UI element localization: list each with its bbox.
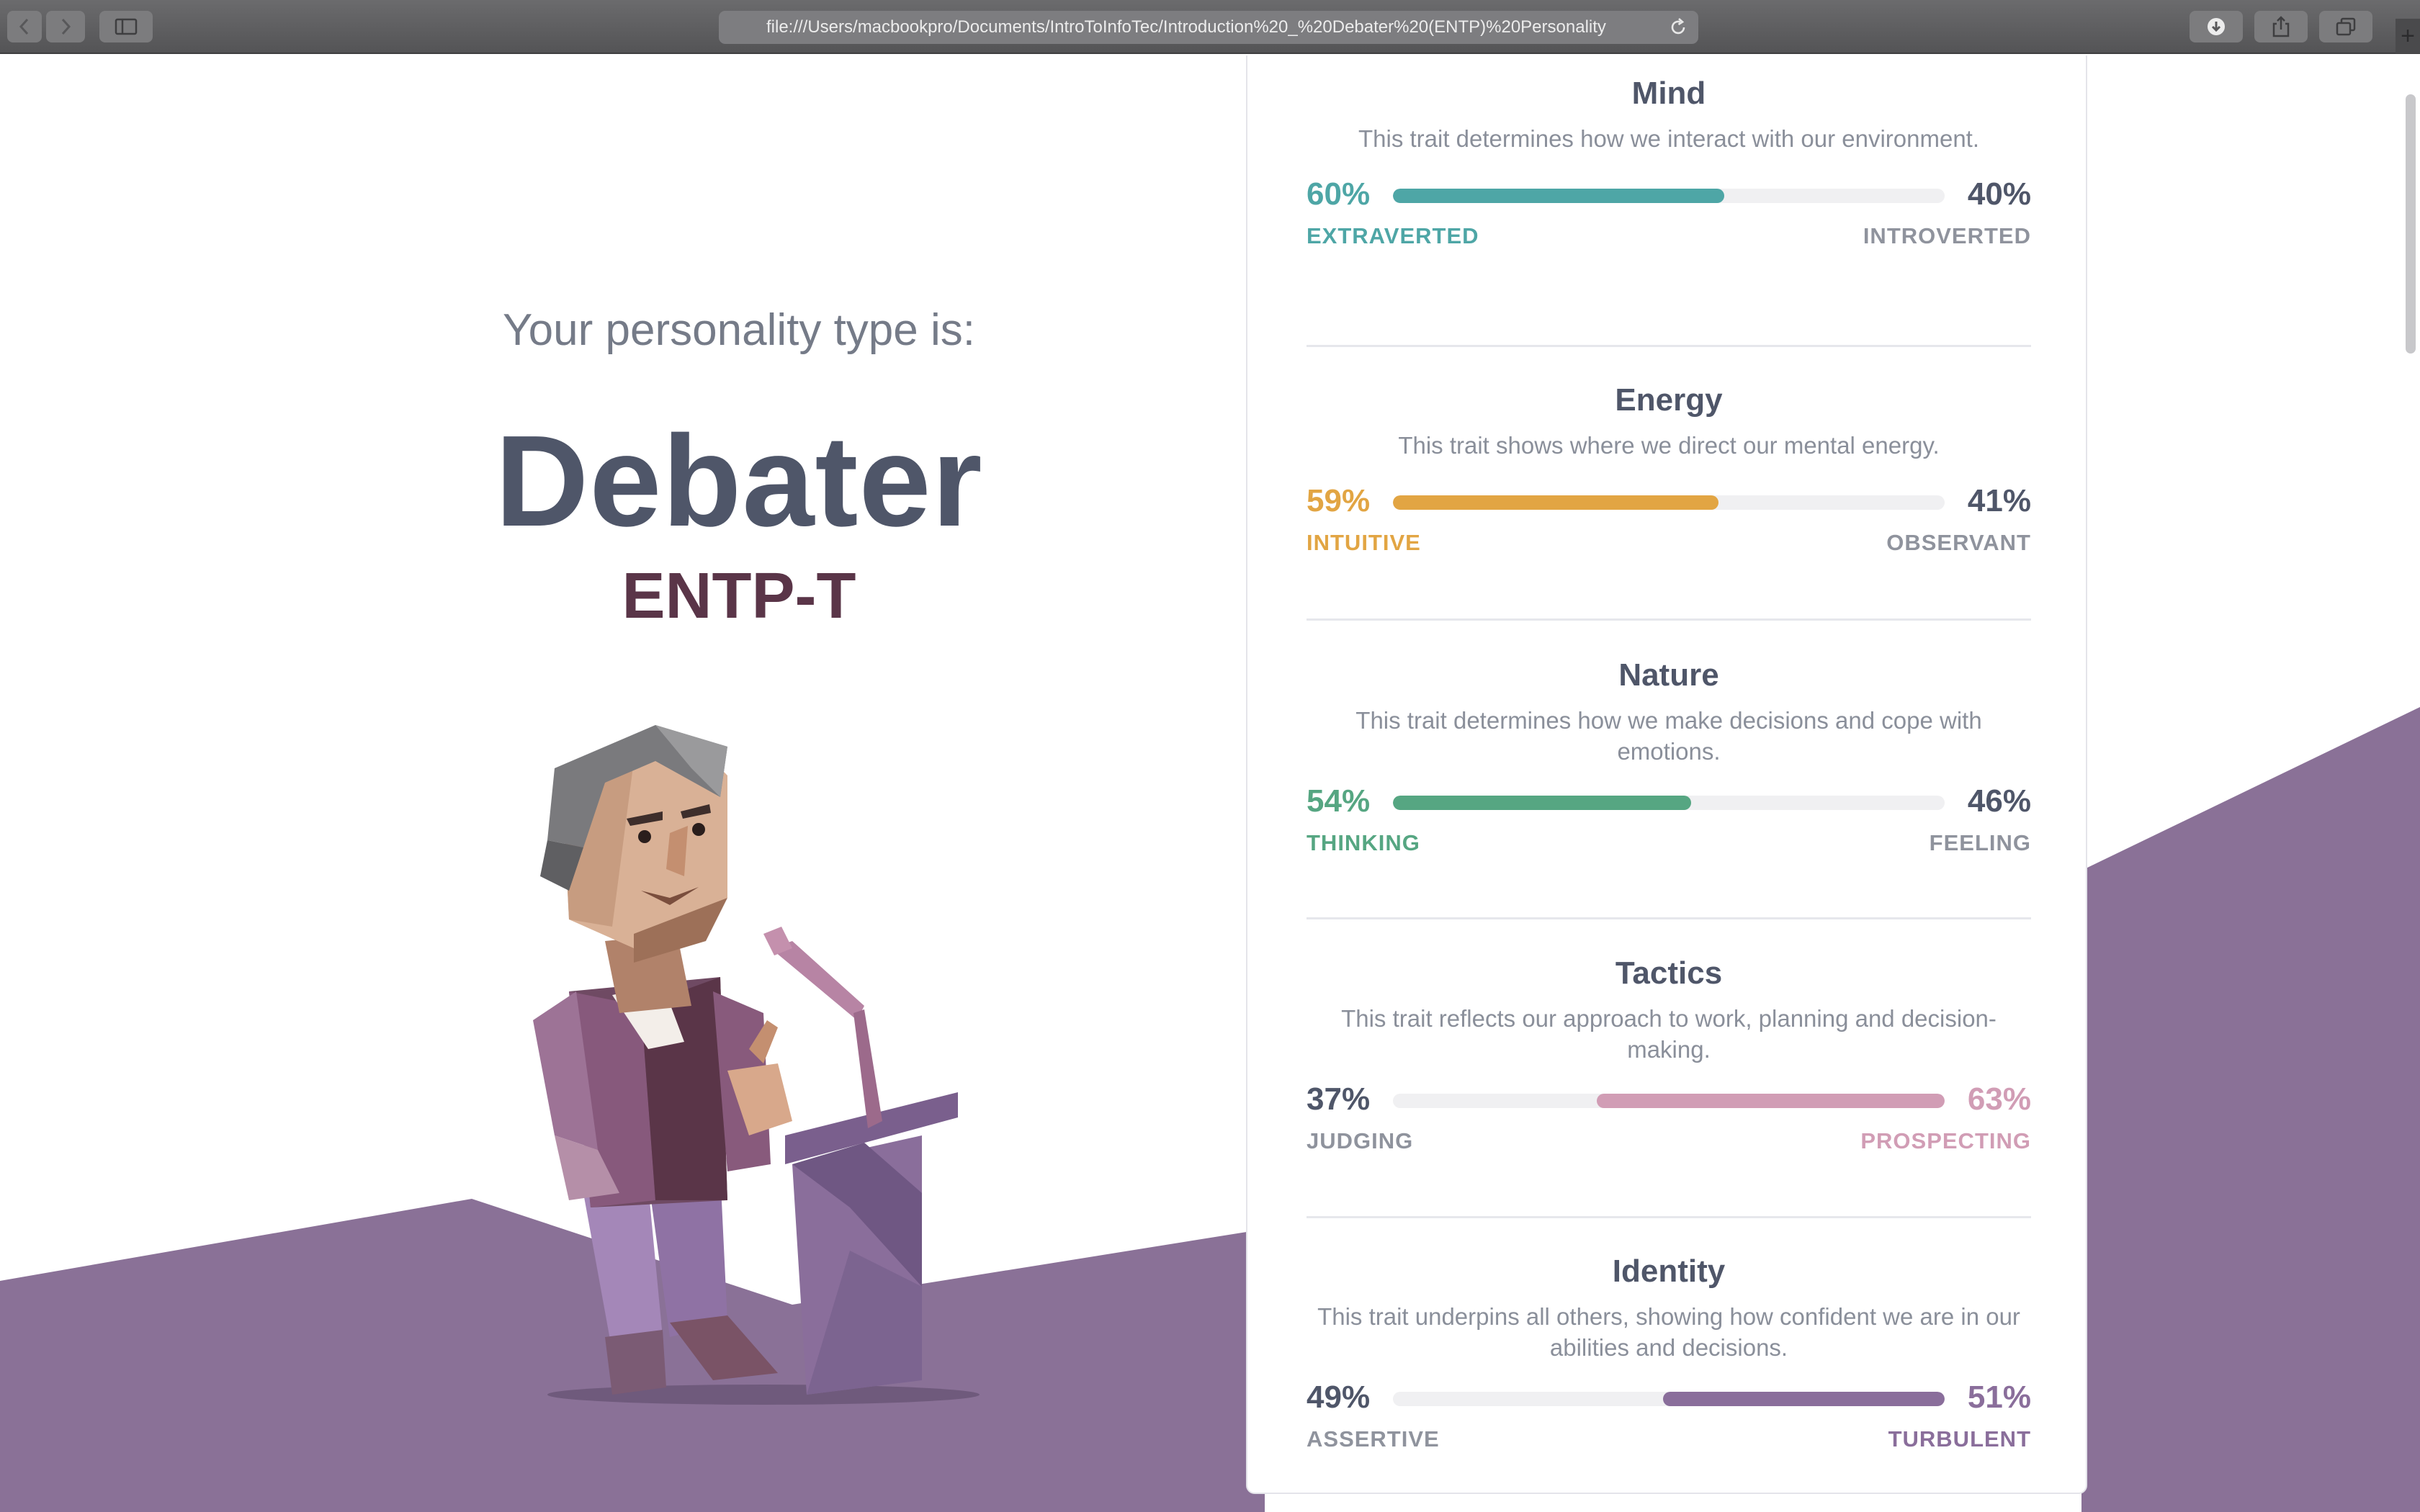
right-percent: 63% <box>1967 1081 2031 1117</box>
trait-bar-fill <box>1393 189 1724 203</box>
trait-title: Nature <box>1618 657 1719 693</box>
trait-description: This trait shows where we direct our men… <box>1398 432 1940 459</box>
trait-title: Energy <box>1615 382 1723 418</box>
page-content: Your personality type is: Debater ENTP-T <box>0 55 2420 1512</box>
trait-mind: Mind This trait determines how we intera… <box>1307 74 2031 252</box>
right-label: TURBULENT <box>1888 1426 2031 1452</box>
new-tab-button[interactable]: + <box>2396 19 2420 53</box>
reload-icon[interactable] <box>1668 17 1688 37</box>
trait-bar-fill <box>1597 1094 1945 1108</box>
right-label: PROSPECTING <box>1860 1128 2031 1153</box>
right-percent: 46% <box>1967 783 2031 819</box>
url-text: file:///Users/macbookpro/Documents/Intro… <box>766 17 1606 37</box>
trait-label-row: EXTRAVERTED INTROVERTED <box>1307 223 2031 252</box>
trait-bar <box>1393 796 1945 810</box>
trait-bar-row: 54% 46% <box>1307 780 2031 823</box>
left-percent: 37% <box>1307 1081 1371 1117</box>
trait-bar-row: 37% 63% <box>1307 1078 2031 1121</box>
trait-nature: Nature This trait determines how we make… <box>1307 656 2031 859</box>
trait-bar <box>1393 1392 1945 1406</box>
trait-divider <box>1307 1216 2031 1218</box>
address-bar[interactable]: file:///Users/macbookpro/Documents/Intro… <box>719 11 1698 44</box>
page-scrollbar[interactable] <box>2406 94 2416 354</box>
trait-description: This trait determines how we make decisi… <box>1355 707 1982 765</box>
trait-bar <box>1393 1094 1945 1108</box>
traits-card: Mind This trait determines how we intera… <box>1246 55 2087 1494</box>
trait-bar-row: 60% 40% <box>1307 173 2031 216</box>
forward-button[interactable] <box>46 11 85 42</box>
left-label: THINKING <box>1307 830 1420 855</box>
trait-title: Mind <box>1631 76 1706 111</box>
trait-bar <box>1393 495 1945 510</box>
left-label: ASSERTIVE <box>1307 1426 1440 1452</box>
left-percent: 54% <box>1307 783 1371 819</box>
trait-description: This trait determines how we interact wi… <box>1358 125 1980 152</box>
sidebar-icon <box>115 18 138 35</box>
left-percent: 60% <box>1307 176 1371 212</box>
sidebar-button[interactable] <box>99 11 153 42</box>
trait-title: Tactics <box>1615 955 1723 991</box>
right-label: OBSERVANT <box>1886 530 2031 555</box>
tabs-icon <box>2336 17 2356 36</box>
left-label: JUDGING <box>1307 1128 1414 1153</box>
browser-toolbar: file:///Users/macbookpro/Documents/Intro… <box>0 0 2420 54</box>
chevron-right-icon <box>61 18 71 35</box>
right-percent: 40% <box>1967 176 2031 212</box>
debater-illustration <box>533 725 980 1405</box>
trait-bar-row: 59% 41% <box>1307 480 2031 523</box>
trait-bar-fill <box>1663 1392 1945 1406</box>
left-percent: 49% <box>1307 1380 1371 1415</box>
trait-label-row: INTUITIVE OBSERVANT <box>1307 530 2031 559</box>
trait-title: Identity <box>1612 1254 1726 1289</box>
trait-label-row: JUDGING PROSPECTING <box>1307 1128 2031 1157</box>
trait-divider <box>1307 345 2031 347</box>
right-label: FEELING <box>1929 830 2031 855</box>
right-percent: 41% <box>1967 483 2031 518</box>
share-button[interactable] <box>2254 11 2308 42</box>
trait-energy: Energy This trait shows where we direct … <box>1307 381 2031 559</box>
trait-description: This trait reflects our approach to work… <box>1341 1005 1996 1063</box>
left-label: INTUITIVE <box>1307 530 1421 555</box>
trait-description: This trait underpins all others, showing… <box>1317 1303 2020 1361</box>
trait-tactics: Tactics This trait reflects our approach… <box>1307 954 2031 1157</box>
trait-bar-row: 49% 51% <box>1307 1376 2031 1419</box>
trait-label-row: ASSERTIVE TURBULENT <box>1307 1426 2031 1455</box>
trait-bar-fill <box>1393 495 1718 510</box>
share-icon <box>2272 16 2290 37</box>
tabs-button[interactable] <box>2319 11 2372 42</box>
left-percent: 59% <box>1307 483 1371 518</box>
right-percent: 51% <box>1967 1380 2031 1415</box>
downloads-button[interactable] <box>2190 11 2243 42</box>
trait-divider <box>1307 618 2031 621</box>
chevron-left-icon <box>19 18 29 35</box>
trait-divider <box>1307 917 2031 919</box>
right-label: INTROVERTED <box>1863 223 2031 248</box>
download-icon <box>2208 18 2225 35</box>
left-label: EXTRAVERTED <box>1307 223 1479 248</box>
trait-label-row: THINKING FEELING <box>1307 830 2031 859</box>
trait-bar <box>1393 189 1945 203</box>
back-button[interactable] <box>7 11 42 42</box>
trait-identity: Identity This trait underpins all others… <box>1307 1252 2031 1455</box>
trait-bar-fill <box>1393 796 1691 810</box>
